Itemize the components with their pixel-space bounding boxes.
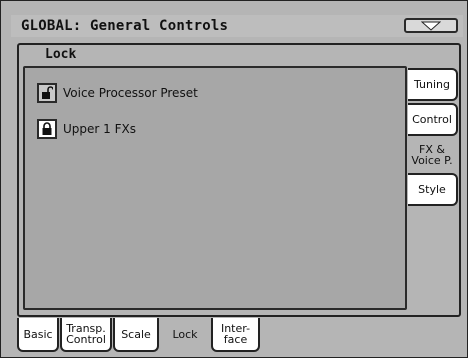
screen: GLOBAL: General Controls Lock Voice Proc… bbox=[0, 0, 468, 358]
triangle-down-icon bbox=[421, 21, 441, 31]
tab-label: Lock bbox=[172, 327, 198, 341]
tab-style[interactable]: Style bbox=[408, 173, 458, 206]
tab-label-line: Voice P. bbox=[411, 153, 453, 167]
tab-label: Tuning bbox=[413, 78, 450, 91]
tab-label: Basic bbox=[23, 327, 53, 341]
menu-button[interactable] bbox=[404, 18, 458, 33]
tab-label: Transp. Control bbox=[66, 323, 106, 345]
tab-fx-voice-processor[interactable]: FX & Voice P. bbox=[408, 138, 458, 171]
lock-row-voice-processor-preset[interactable]: Voice Processor Preset bbox=[37, 82, 198, 104]
tab-transpose-control[interactable]: Transp. Control bbox=[60, 318, 112, 352]
tab-label: Style bbox=[418, 183, 446, 196]
tab-label-line: Control bbox=[66, 333, 106, 346]
tab-tuning[interactable]: Tuning bbox=[408, 68, 458, 101]
lock-checkbox[interactable] bbox=[37, 119, 57, 139]
page-title: GLOBAL: General Controls bbox=[21, 18, 229, 34]
locked-padlock-icon bbox=[42, 122, 52, 135]
lock-label: Upper 1 FXs bbox=[63, 122, 136, 136]
unlocked-padlock-icon bbox=[42, 86, 53, 99]
title-bar: GLOBAL: General Controls bbox=[11, 15, 463, 37]
panel-title: Lock bbox=[45, 47, 77, 62]
tab-label: Scale bbox=[121, 327, 151, 341]
panel-header: Lock bbox=[19, 45, 459, 65]
tab-label-line: face bbox=[223, 333, 248, 346]
tab-control[interactable]: Control bbox=[408, 103, 458, 136]
lock-label: Voice Processor Preset bbox=[63, 86, 198, 100]
lock-checkbox[interactable] bbox=[37, 83, 57, 103]
tab-basic[interactable]: Basic bbox=[17, 318, 59, 352]
tab-lock[interactable]: Lock bbox=[160, 318, 210, 352]
tab-label: FX & Voice P. bbox=[411, 144, 452, 166]
lock-list: Voice Processor Preset Upper 1 FXs bbox=[23, 66, 407, 310]
tab-label: Inter- face bbox=[221, 323, 250, 345]
tab-scale[interactable]: Scale bbox=[113, 318, 159, 352]
tab-label: Control bbox=[412, 113, 452, 126]
lock-panel: Lock Voice Processor Preset Upper 1 FXs … bbox=[17, 43, 461, 317]
lock-row-upper-1-fxs[interactable]: Upper 1 FXs bbox=[37, 118, 136, 140]
tab-interface[interactable]: Inter- face bbox=[211, 318, 260, 352]
